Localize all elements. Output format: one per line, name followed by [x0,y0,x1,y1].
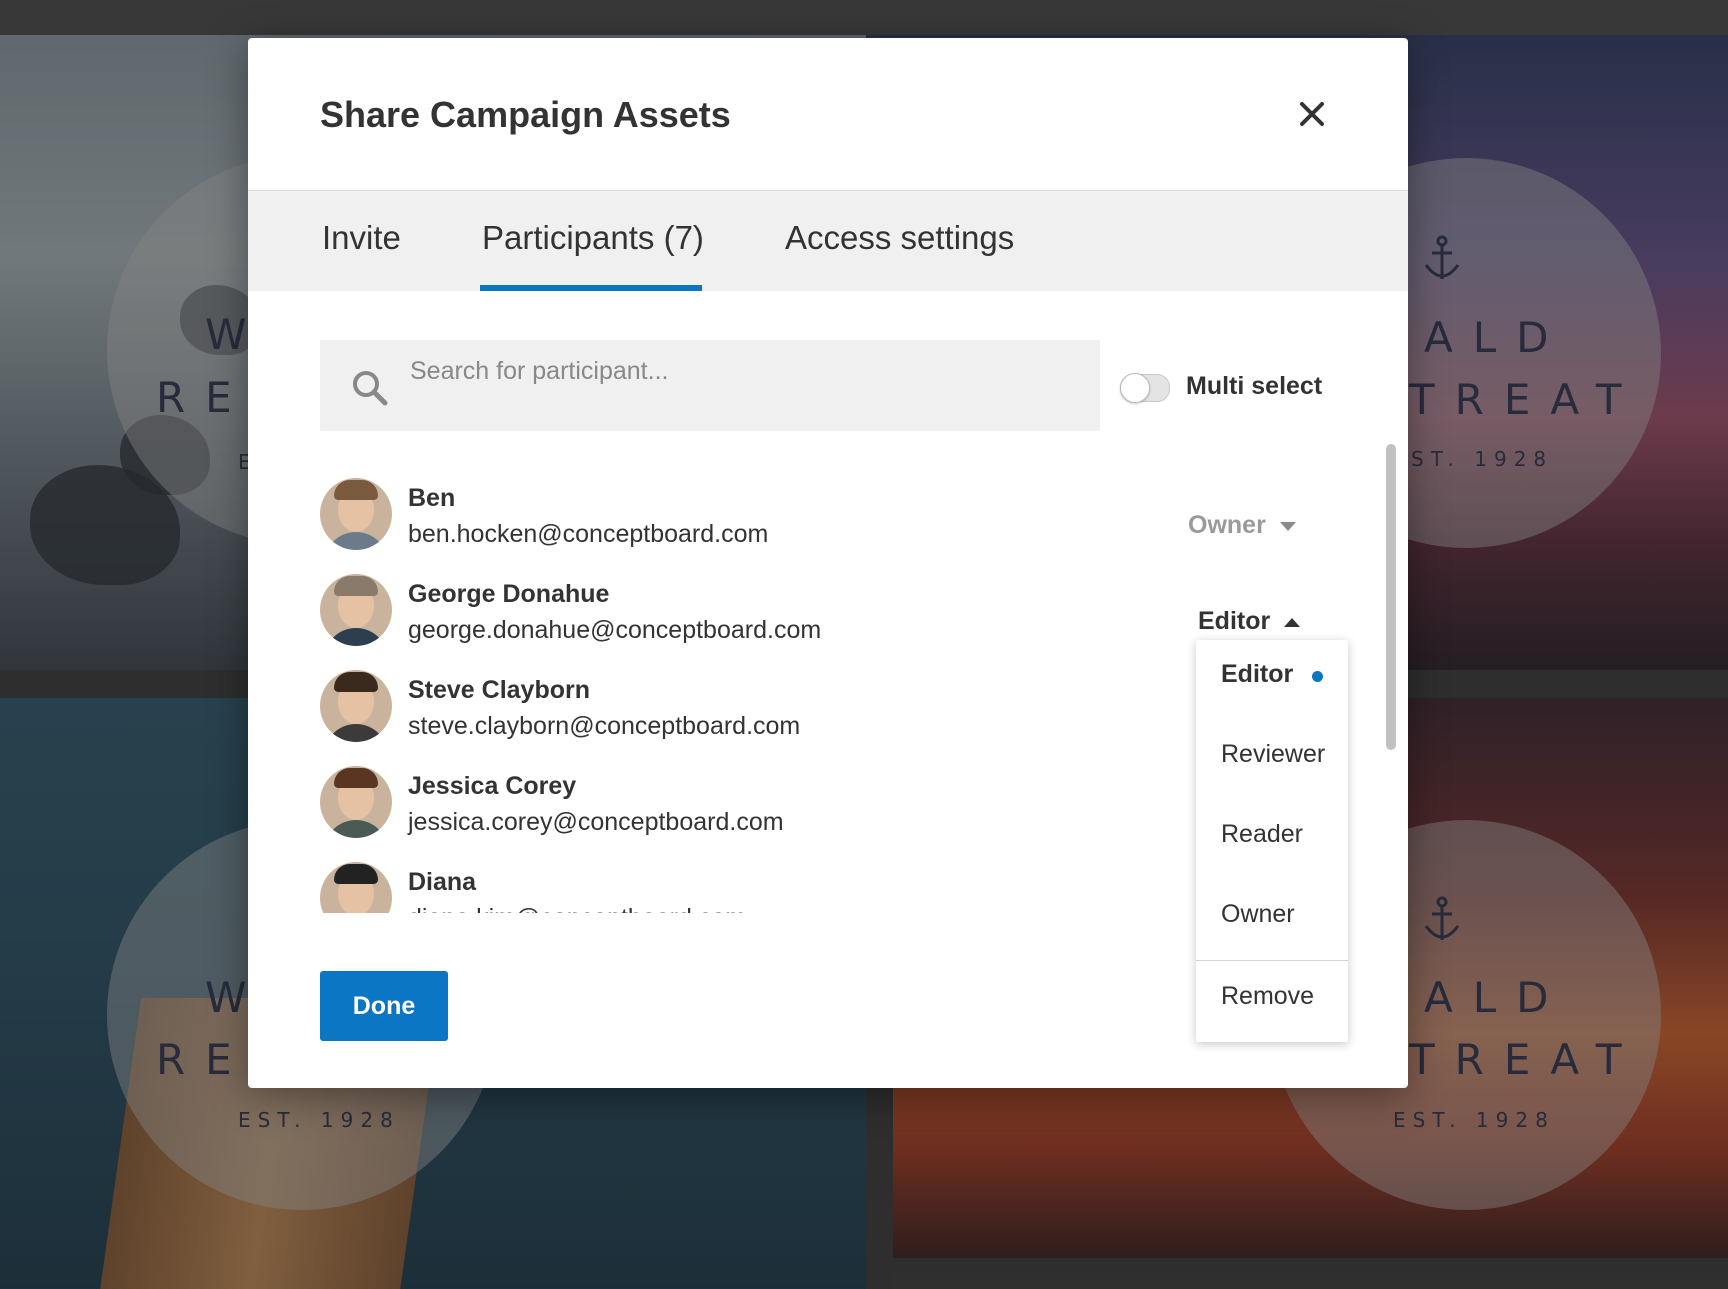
avatar [320,670,392,742]
multi-select-label: Multi select [1186,372,1323,400]
role-option-reader[interactable]: Reader [1196,800,1348,870]
participant-name: Ben [408,484,456,512]
participant-name: Diana [408,868,477,896]
avatar [320,574,392,646]
tab-bar: Invite Participants (7) Access settings [248,190,1408,291]
avatar [320,862,392,913]
role-value: Owner [1188,511,1266,539]
role-option-label: Reviewer [1221,740,1326,768]
role-value: Editor [1198,607,1271,635]
role-select-ben[interactable]: Owner [1188,511,1296,540]
participant-name: Jessica Corey [408,772,577,800]
selected-dot-icon [1312,671,1323,682]
menu-divider [1196,960,1348,961]
role-option-reviewer[interactable]: Reviewer [1196,720,1348,790]
done-button[interactable]: Done [320,971,448,1041]
participant-row: George Donahue george.donahue@conceptboa… [320,574,1320,670]
role-option-editor[interactable]: Editor [1196,640,1348,710]
toggle-knob [1120,373,1150,403]
tab-invite[interactable]: Invite [320,219,403,287]
close-button[interactable] [1294,96,1330,132]
scrollbar-thumb[interactable] [1386,444,1396,750]
participant-email: george.donahue@conceptboard.com [408,616,822,644]
avatar [320,478,392,550]
tab-participants[interactable]: Participants (7) [480,219,706,287]
participant-email: ben.hocken@conceptboard.com [408,520,769,548]
role-option-label: Editor [1221,660,1294,688]
role-option-label: Owner [1221,900,1295,928]
participant-name: George Donahue [408,580,610,608]
participant-email: jessica.corey@conceptboard.com [408,808,784,836]
participant-row: Jessica Corey jessica.corey@conceptboard… [320,766,1320,862]
participant-name: Steve Clayborn [408,676,591,704]
tab-access-settings[interactable]: Access settings [783,219,1016,287]
participant-email: diana.kim@conceptboard.com [408,904,746,913]
role-dropdown-menu: Editor Reviewer Reader Owner Remove [1196,640,1348,1042]
active-tab-indicator [480,285,702,291]
chevron-down-icon [1279,521,1296,531]
role-select-george[interactable]: Editor [1198,607,1301,636]
participant-row: Diana diana.kim@conceptboard.com [320,862,1320,913]
chevron-up-icon [1284,617,1301,627]
remove-label: Remove [1221,982,1315,1010]
close-icon [1300,102,1324,126]
list-scrollbar[interactable] [1384,440,1398,915]
dialog-title: Share Campaign Assets [320,94,731,135]
role-option-owner[interactable]: Owner [1196,880,1348,950]
participant-email: steve.clayborn@conceptboard.com [408,712,801,740]
search-input[interactable] [408,350,832,392]
multi-select-toggle[interactable] [1120,373,1170,403]
avatar [320,766,392,838]
search-icon [353,371,388,406]
participant-row: Ben ben.hocken@conceptboard.com [320,478,1320,574]
participant-row: Steve Clayborn steve.clayborn@conceptboa… [320,670,1320,766]
remove-participant-option[interactable]: Remove [1196,962,1348,1032]
role-option-label: Reader [1221,820,1303,848]
